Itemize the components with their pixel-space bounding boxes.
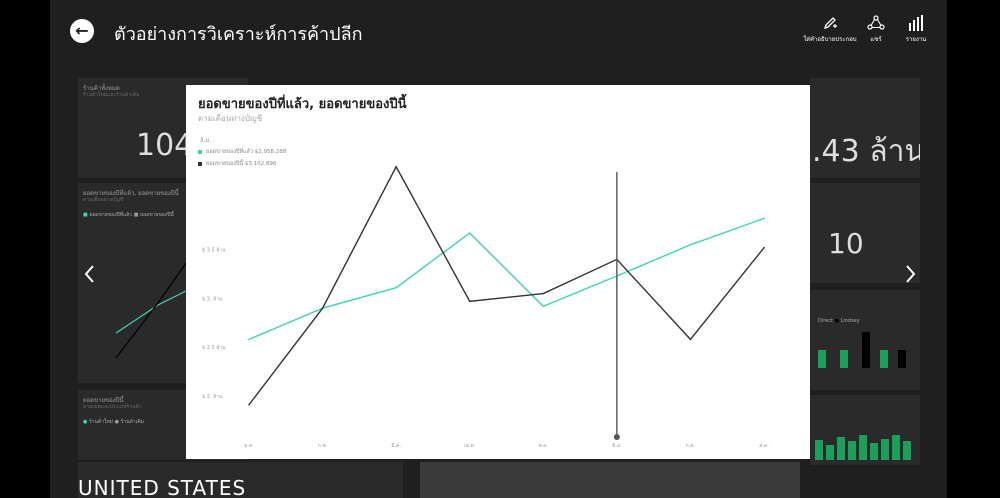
series-line-last-year <box>248 217 765 341</box>
report-bars-icon <box>909 15 923 31</box>
previous-arrow-icon[interactable] <box>80 262 100 286</box>
data-point <box>468 232 471 234</box>
x-tick-label: ส.ค. <box>759 443 769 449</box>
data-point <box>395 286 397 289</box>
report-button[interactable]: รายงาน <box>886 15 946 44</box>
map-label: UNITED STATES <box>78 476 247 498</box>
x-tick-label: มิ.ย. <box>612 442 622 449</box>
data-point <box>689 338 692 341</box>
data-point <box>763 246 765 249</box>
line-chart[interactable]: $ 2. ล้าน $ 2.5 ล้าน $ 3. ล้าน $ 3.5 ล้านม.… <box>186 85 810 459</box>
tile-value: 104 <box>136 128 194 163</box>
back-arrow-icon: ← <box>75 20 89 40</box>
tile-subtitle: ตามเขตและประเภทร้านค้า <box>83 404 142 410</box>
y-tick-label: $ 3. ล้าน <box>202 295 223 302</box>
data-point <box>689 243 692 246</box>
x-tick-label: ก.พ. <box>318 443 328 449</box>
page-title: ตัวอย่างการวิเคราะห์การค้าปลีก <box>114 24 363 45</box>
tile-bar-chart-graphic <box>818 332 906 368</box>
data-point <box>542 305 545 308</box>
tile-bar-chart-graphic <box>815 435 911 460</box>
tile-sales-value[interactable]: .43 ล้าน <box>810 78 920 178</box>
tile-subtitle: ร้านค้าใหม่และร้านค้าเดิม <box>83 92 140 98</box>
x-tick-label: เม.ย. <box>464 443 476 449</box>
x-tick-label: พ.ค. <box>538 443 548 449</box>
data-point <box>542 292 545 295</box>
data-point <box>468 300 471 303</box>
share-icon <box>867 15 885 30</box>
y-tick-label: $ 3.5 ล้าน <box>202 247 226 254</box>
data-point <box>395 165 397 168</box>
annotate-pen-icon <box>823 17 837 30</box>
y-tick-label: $ 2.5 ล้าน <box>202 344 226 351</box>
x-tick-label: ม.ค. <box>244 443 254 449</box>
tile-value: 10 <box>828 227 864 260</box>
y-tick-label: $ 2. ล้าน <box>202 393 223 400</box>
report-label: รายงาน <box>905 36 927 43</box>
data-point <box>763 217 765 220</box>
tile-bar-chart-2[interactable] <box>810 395 920 465</box>
x-tick-label: ก.ค. <box>686 443 696 449</box>
tile-map[interactable]: UNITED STATES <box>78 462 403 498</box>
focus-chart-card[interactable]: ยอดขายของปีที่แล้ว, ยอดขายของปีนี้ ตามเด… <box>186 85 810 459</box>
data-point <box>248 403 250 406</box>
data-point <box>321 307 324 309</box>
series-line-this-year <box>248 165 765 406</box>
hover-cursor-handle[interactable] <box>613 434 620 440</box>
next-arrow-icon[interactable] <box>900 262 920 286</box>
tile-map-2[interactable] <box>420 462 800 498</box>
x-tick-label: มี.ค. <box>391 442 401 449</box>
back-button[interactable]: ← <box>70 19 94 43</box>
tile-legend: ● ร้านค้าใหม่ ● ร้านค้าเดิม <box>83 419 144 425</box>
data-point <box>248 338 250 341</box>
tile-value: .43 ล้าน <box>812 134 920 169</box>
tile-bar-chart[interactable]: Direct ● Lindsey <box>810 290 920 390</box>
